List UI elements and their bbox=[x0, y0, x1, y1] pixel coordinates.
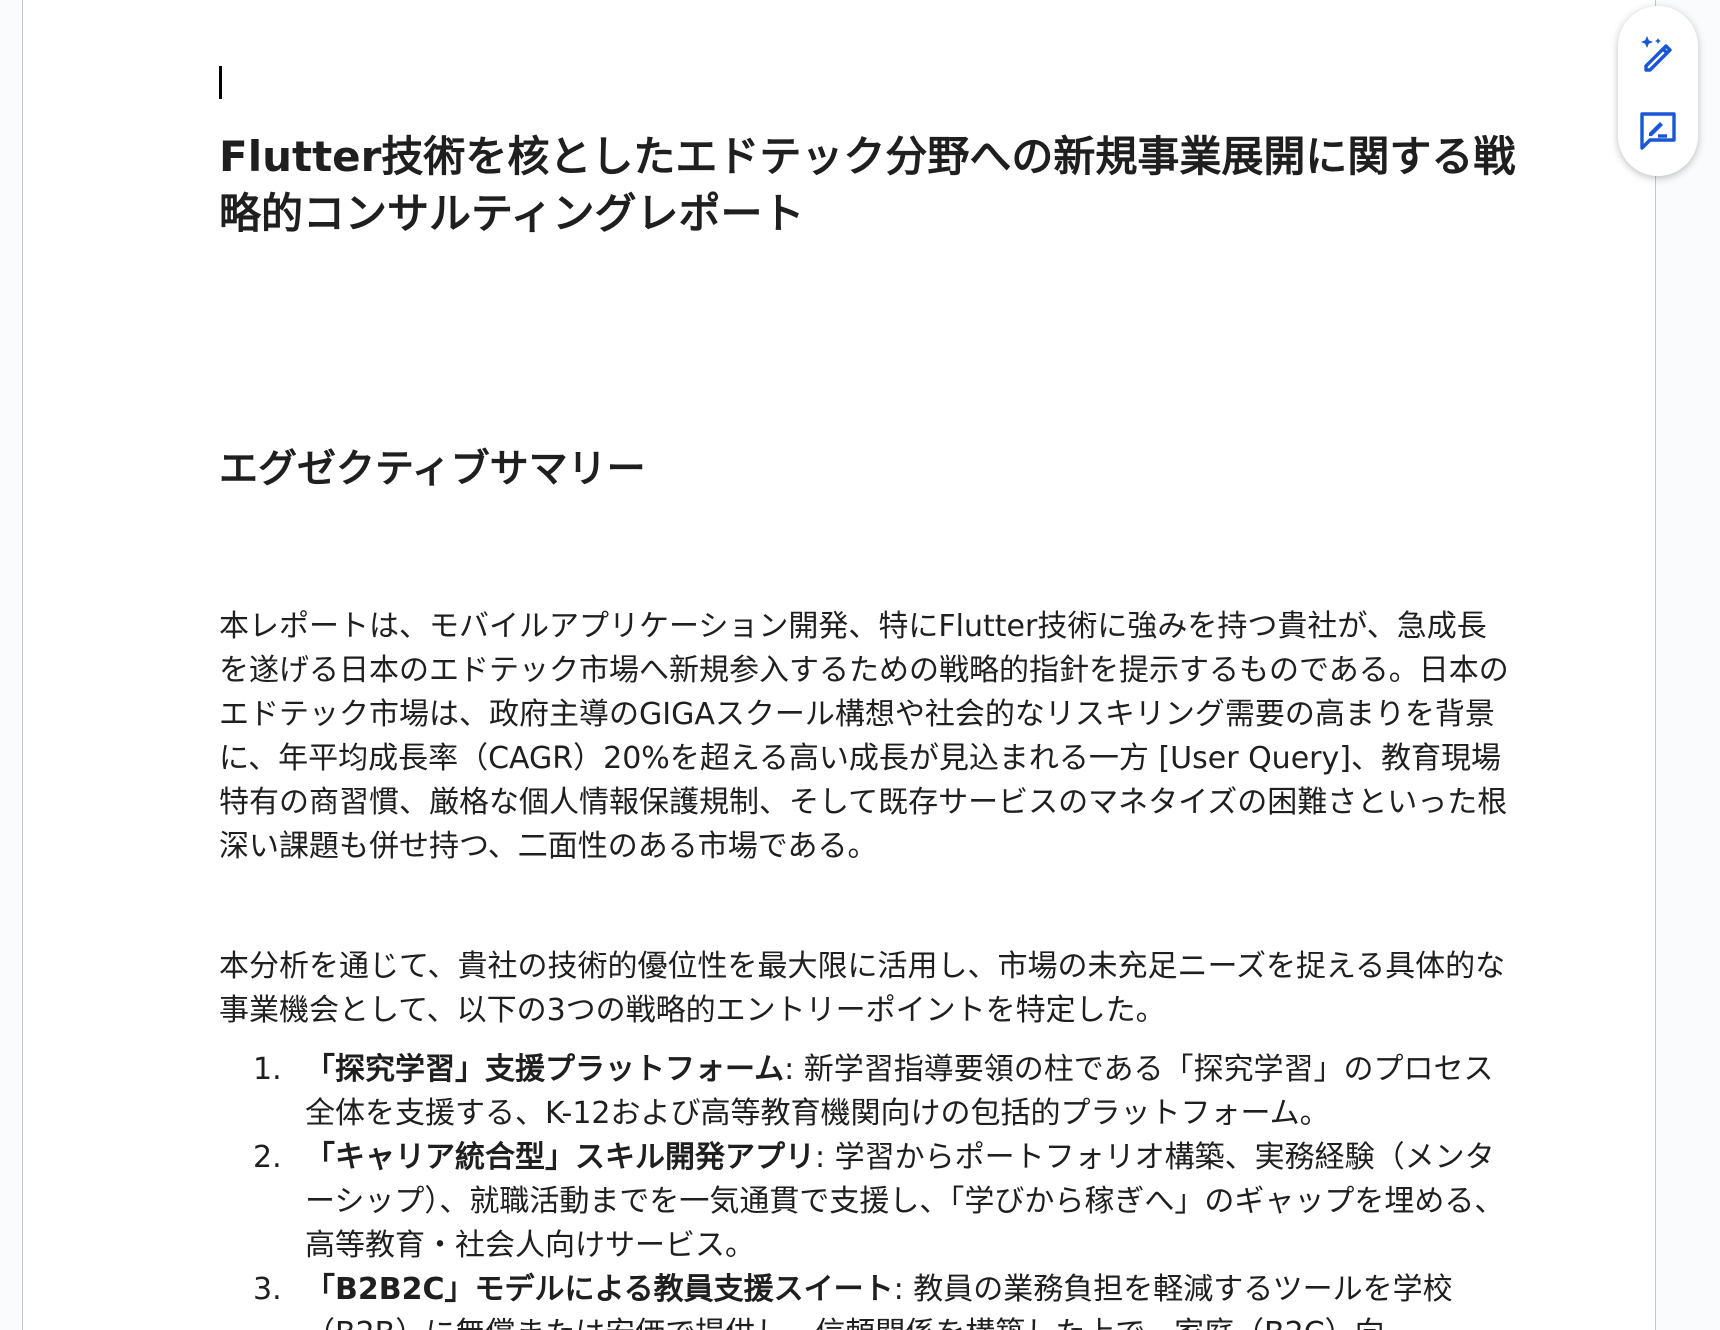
add-comment-button[interactable] bbox=[1634, 106, 1682, 154]
list-item[interactable]: 2. 「キャリア統合型」スキル開発アプリ: 学習からポートフォリオ構築、実務経験（… bbox=[219, 1136, 1515, 1268]
ai-edit-icon bbox=[1641, 36, 1672, 72]
editor-canvas: Flutter技術を核としたエドテック分野への新規事業展開に関する戦略的コンサル… bbox=[0, 0, 1720, 1330]
list-number: 3. bbox=[253, 1272, 282, 1307]
list-item-title: 「B2B2C」モデルによる教員支援スイート bbox=[305, 1272, 894, 1307]
list-item-title: 「キャリア統合型」スキル開発アプリ bbox=[305, 1140, 815, 1175]
list-item[interactable]: 3. 「B2B2C」モデルによる教員支援スイート: 教員の業務負担を軽減するツール… bbox=[219, 1268, 1515, 1330]
ai-edit-button[interactable] bbox=[1634, 30, 1682, 78]
summary-paragraph-2[interactable]: 本分析を通じて、貴社の技術的優位性を最大限に活用し、市場の未充足ニーズを捉える具… bbox=[219, 945, 1509, 1033]
list-number: 2. bbox=[253, 1140, 282, 1175]
floating-side-panel bbox=[1618, 6, 1698, 176]
summary-paragraph-1[interactable]: 本レポートは、モバイルアプリケーション開発、特にFlutter技術に強みを持つ貴… bbox=[219, 605, 1509, 869]
list-number: 1. bbox=[253, 1052, 282, 1087]
strategy-list: 1. 「探究学習」支援プラットフォーム: 新学習指導要領の柱である「探究学習」のプ… bbox=[219, 1048, 1515, 1330]
list-item[interactable]: 1. 「探究学習」支援プラットフォーム: 新学習指導要領の柱である「探究学習」のプ… bbox=[219, 1048, 1515, 1136]
document-page[interactable]: Flutter技術を核としたエドテック分野への新規事業展開に関する戦略的コンサル… bbox=[22, 0, 1656, 1330]
comment-icon bbox=[1640, 112, 1676, 150]
document-title[interactable]: Flutter技術を核としたエドテック分野への新規事業展開に関する戦略的コンサル… bbox=[219, 128, 1519, 242]
section-heading[interactable]: エグゼクティブサマリー bbox=[219, 442, 646, 498]
list-item-title: 「探究学習」支援プラットフォーム bbox=[305, 1052, 785, 1087]
text-cursor bbox=[219, 66, 222, 99]
